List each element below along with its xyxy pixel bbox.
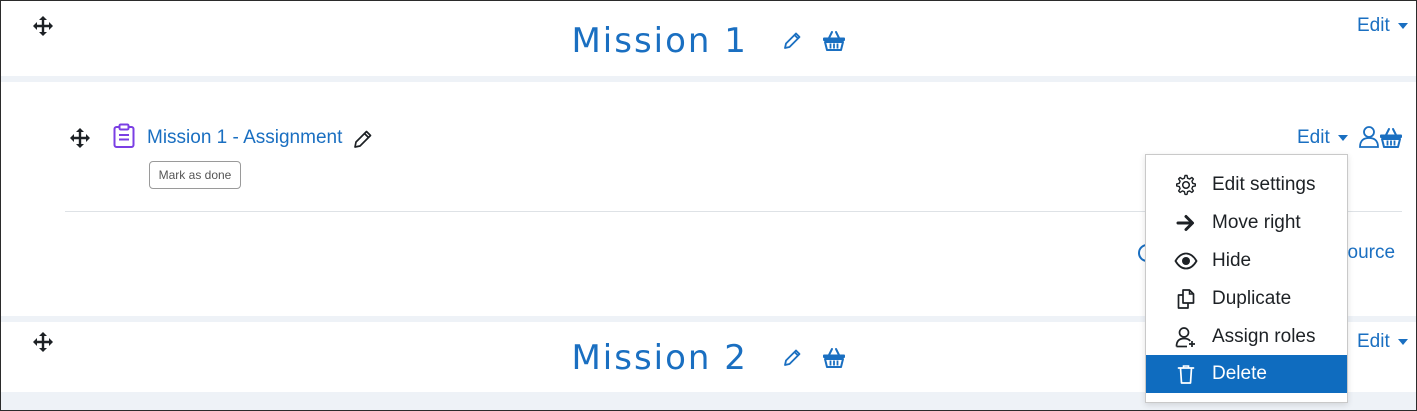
gear-icon [1174, 173, 1198, 197]
user-plus-icon [1174, 325, 1198, 349]
basket-icon[interactable] [822, 347, 846, 369]
menu-item-label: Assign roles [1212, 326, 1316, 347]
move-icon[interactable] [69, 127, 91, 149]
pencil-icon[interactable] [781, 347, 803, 369]
basket-icon[interactable] [1379, 127, 1403, 154]
trash-icon [1174, 362, 1198, 386]
activity-edit-menu[interactable]: Edit [1297, 127, 1348, 149]
menu-item-edit-settings[interactable]: Edit settings [1146, 166, 1347, 204]
duplicate-icon [1174, 287, 1198, 311]
menu-item-label: Delete [1212, 363, 1267, 384]
edit-label: Edit [1297, 127, 1330, 148]
menu-item-hide[interactable]: Hide [1146, 242, 1347, 280]
course-page: Mission 1 Edit Mission 1 - Assignment Ma… [0, 0, 1417, 411]
section-header-1: Mission 1 [1, 19, 1416, 61]
edit-label: Edit [1357, 15, 1390, 36]
menu-item-label: Hide [1212, 250, 1252, 271]
menu-item-assign-roles[interactable]: Assign roles [1146, 318, 1347, 356]
menu-item-label: Move right [1212, 212, 1301, 233]
menu-item-move-right[interactable]: Move right [1146, 204, 1347, 242]
chevron-down-icon [1397, 23, 1408, 29]
menu-item-delete[interactable]: Delete [1146, 355, 1347, 393]
section-edit-menu[interactable]: Edit [1357, 331, 1408, 353]
eye-icon [1174, 249, 1198, 273]
menu-item-duplicate[interactable]: Duplicate [1146, 280, 1347, 318]
menu-item-label: Edit settings [1212, 174, 1316, 195]
user-icon[interactable] [1358, 125, 1380, 154]
chevron-down-icon [1397, 339, 1408, 345]
activity-title: Mission 1 - Assignment [147, 127, 343, 148]
section-edit-menu[interactable]: Edit [1357, 15, 1408, 37]
edit-label: Edit [1357, 331, 1390, 352]
mark-as-done-button[interactable]: Mark as done [149, 161, 241, 189]
chevron-down-icon [1337, 135, 1348, 141]
menu-item-label: Duplicate [1212, 288, 1292, 309]
pencil-icon[interactable] [781, 30, 803, 52]
pencil-icon[interactable] [352, 128, 374, 155]
activity-link[interactable]: Mission 1 - Assignment [147, 127, 342, 149]
arrow-right-icon [1174, 211, 1198, 235]
activity-actions-menu: Edit settings Move right Hide Duplicate … [1145, 154, 1348, 403]
assignment-icon [112, 123, 136, 154]
section-divider [1, 76, 1416, 82]
section-title[interactable]: Mission 2 [571, 338, 747, 378]
section-title[interactable]: Mission 1 [571, 21, 747, 61]
basket-icon[interactable] [822, 30, 846, 52]
